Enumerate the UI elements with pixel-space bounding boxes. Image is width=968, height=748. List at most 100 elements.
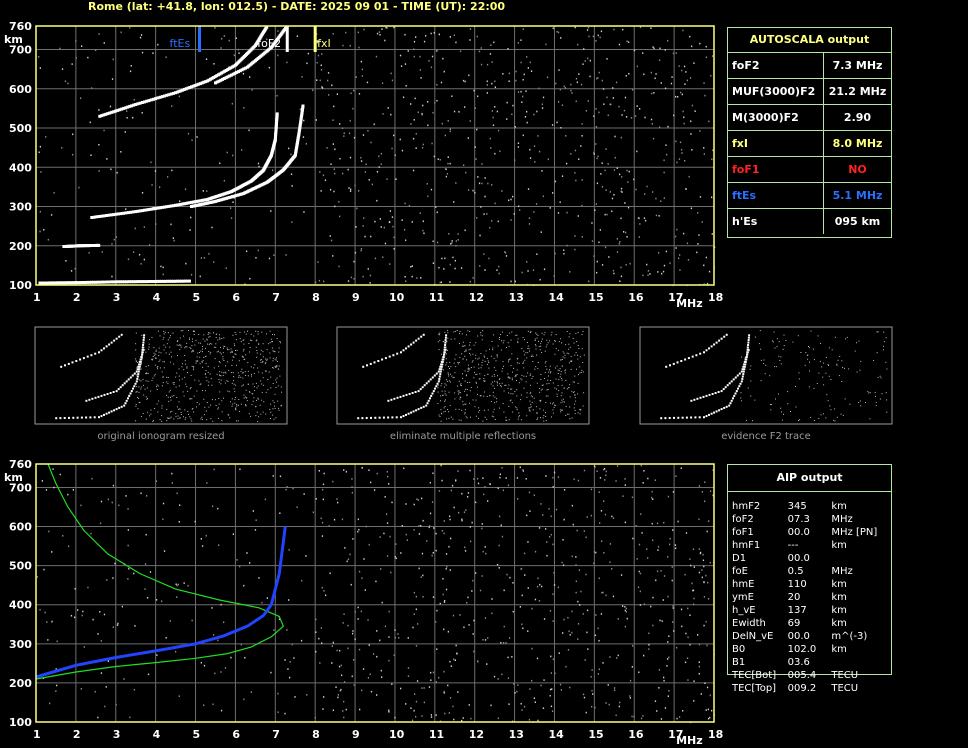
noise-point [423, 232, 425, 235]
noise-point [449, 569, 451, 571]
aip-unit: m^(-3) [831, 631, 868, 642]
thumbnail-noise [842, 367, 844, 368]
thumbnail-noise [177, 418, 179, 420]
noise-point [404, 202, 406, 205]
noise-point [678, 65, 680, 67]
noise-point [652, 137, 655, 140]
thumbnail-noise [512, 371, 513, 373]
noise-point [661, 272, 663, 275]
thumbnail-noise [574, 354, 576, 356]
noise-point [368, 543, 370, 546]
thumbnail-noise [555, 334, 557, 335]
noise-point [167, 176, 169, 178]
thumbnail-noise [827, 363, 829, 365]
noise-point [605, 148, 607, 150]
noise-point [439, 281, 441, 284]
noise-point [665, 250, 667, 253]
noise-point [709, 716, 711, 719]
aip-row: hmF2 345 km [728, 500, 891, 513]
thumbnail-noise [564, 354, 566, 356]
thumbnail-noise [563, 401, 565, 403]
thumbnail-noise [218, 361, 220, 362]
noise-point [320, 64, 322, 67]
noise-point [178, 521, 180, 523]
noise-point [672, 529, 674, 531]
noise-point [684, 661, 687, 664]
thumbnail-noise [167, 339, 169, 341]
noise-point [328, 94, 330, 96]
thumbnail-noise [496, 398, 498, 400]
noise-point [479, 265, 481, 267]
thumbnail-noise [159, 419, 161, 421]
noise-point [563, 249, 565, 251]
noise-point [327, 72, 330, 74]
autoscala-title: AUTOSCALA output [728, 28, 891, 53]
thumbnail-noise [536, 333, 538, 335]
noise-point [473, 89, 475, 92]
thumbnail-noise [452, 418, 454, 420]
noise-point [611, 210, 613, 213]
thumbnail-noise [270, 403, 272, 405]
thumbnail-noise [261, 399, 263, 401]
noise-point [292, 487, 294, 490]
thumbnail-noise [582, 330, 584, 332]
thumbnail-noise [461, 333, 463, 335]
thumbnail-noise [273, 418, 275, 420]
thumbnail-noise [236, 364, 237, 366]
noise-point [498, 265, 500, 268]
thumbnail-noise [135, 361, 137, 362]
thumbnail-noise [188, 337, 190, 339]
thumbnail-noise [529, 374, 531, 376]
autoscala-row: foF1 NO [728, 157, 891, 183]
noise-point [461, 492, 463, 495]
noise-point [503, 589, 505, 592]
noise-point [508, 80, 510, 82]
noise-point [380, 152, 383, 155]
noise-point [411, 265, 413, 267]
noise-point [453, 718, 455, 721]
thumbnail-trace [681, 416, 684, 419]
autoscala-value: NO [848, 163, 867, 176]
thumbnail-trace [668, 417, 671, 419]
noise-point [511, 656, 513, 658]
noise-point [517, 142, 520, 144]
thumbnail-trace [444, 348, 447, 351]
thumbnail-noise [145, 373, 147, 375]
thumbnail-noise [551, 416, 552, 418]
noise-point [519, 466, 521, 469]
thumbnail-noise [783, 345, 785, 346]
noise-point [649, 273, 651, 275]
thumbnail-noise [274, 351, 276, 353]
noise-point [373, 489, 376, 491]
noise-point [441, 479, 443, 482]
thumbnail-noise [208, 381, 210, 383]
thumbnail-trace [136, 375, 139, 378]
thumbnail-noise [464, 390, 466, 392]
noise-point [415, 645, 418, 647]
thumbnail-noise [205, 376, 207, 378]
noise-point [129, 26, 131, 29]
noise-point [591, 240, 594, 242]
noise-point [360, 248, 363, 250]
noise-point [590, 676, 592, 678]
noise-point [646, 548, 648, 550]
noise-point [657, 271, 659, 273]
noise-point [405, 503, 407, 505]
noise-point [647, 274, 649, 276]
thumbnail-noise [466, 389, 468, 391]
noise-point [455, 479, 457, 481]
thumbnail-noise [437, 341, 439, 343]
thumbnail-noise [760, 348, 762, 350]
thumbnail-noise [576, 368, 577, 370]
noise-point [675, 52, 677, 54]
noise-point [410, 266, 412, 268]
noise-point [508, 703, 510, 705]
thumbnail-noise [574, 403, 575, 405]
thumbnail-noise [272, 334, 273, 335]
noise-point [681, 69, 683, 72]
noise-point [436, 648, 438, 650]
aip-row: hmE 110 km [728, 578, 891, 591]
thumbnail-noise [150, 413, 152, 415]
thumbnail-noise [490, 355, 492, 357]
noise-point [171, 169, 173, 172]
